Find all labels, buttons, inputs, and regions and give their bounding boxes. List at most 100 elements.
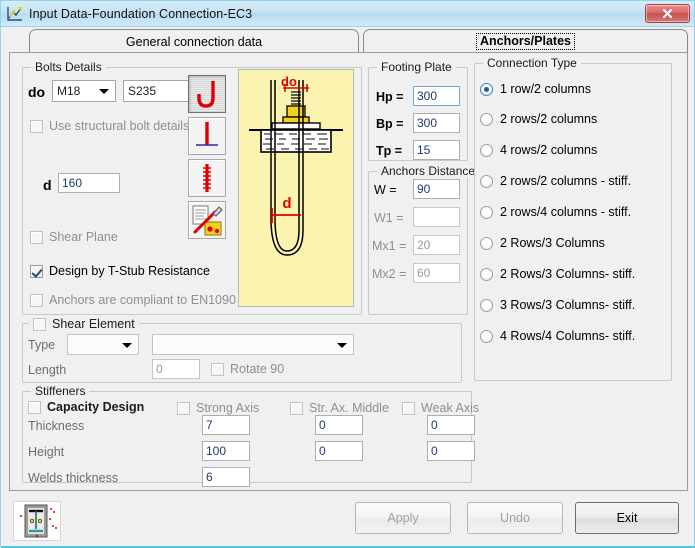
welds-thickness-strong-axis-field[interactable]: [202, 467, 250, 487]
shear-element-checkbox[interactable]: Shear Element: [29, 317, 139, 331]
bolt-diameter-value: M18: [57, 84, 81, 98]
connection-preview-thumbnail[interactable]: [13, 501, 61, 541]
hp-label: Hp =: [376, 90, 404, 104]
radio-dot: [480, 143, 493, 157]
checkbox-label: Capacity Design: [47, 400, 145, 414]
bolt-diameter-combo[interactable]: M18: [52, 80, 116, 102]
height-strong-axis-field[interactable]: [202, 441, 250, 461]
checkbox-label: Shear Element: [52, 317, 135, 331]
exit-label: Exit: [616, 511, 638, 525]
radio-dot: [480, 82, 493, 96]
str-ax-middle-checkbox[interactable]: Str. Ax. Middle: [290, 401, 389, 415]
checkbox-label: Str. Ax. Middle: [309, 401, 389, 415]
radio-dot: [480, 112, 493, 126]
hp-field[interactable]: [413, 86, 460, 106]
height-label: Height: [28, 445, 65, 459]
radio-dot: [480, 329, 493, 343]
checkbox-box: [30, 119, 43, 133]
design-by-tstub-checkbox[interactable]: Design by T-Stub Resistance: [30, 264, 210, 278]
shear-profile-combo[interactable]: [152, 334, 354, 355]
radio-label: 2 rows/2 columns - stiff.: [500, 174, 632, 188]
connection-type-option-6[interactable]: 2 Rows/3 Columns- stiff.: [480, 267, 635, 281]
footer-bar: Apply Undo Exit: [1, 492, 694, 547]
undo-button[interactable]: Undo: [467, 502, 563, 534]
connection-type-option-0[interactable]: 1 row/2 columns: [480, 82, 591, 96]
mx1-field[interactable]: [413, 235, 460, 255]
connection-type-option-2[interactable]: 4 rows/2 columns: [480, 143, 597, 157]
window-title: Input Data-Foundation Connection-EC3: [29, 6, 253, 21]
thickness-str-ax-middle-field[interactable]: [315, 415, 363, 435]
svg-text:d: d: [282, 195, 291, 212]
shear-plane-checkbox[interactable]: Shear Plane: [30, 230, 118, 244]
w1-field[interactable]: [413, 207, 460, 227]
tab-general-connection-data[interactable]: General connection data: [29, 29, 359, 53]
anchor-t-head-button[interactable]: [188, 117, 226, 155]
connection-type-option-1[interactable]: 2 rows/2 columns: [480, 112, 597, 126]
exit-button[interactable]: Exit: [575, 502, 679, 534]
close-button[interactable]: [645, 4, 690, 23]
radio-label: 2 Rows/3 Columns- stiff.: [500, 267, 636, 281]
checkbox-box: [33, 317, 46, 331]
anchor-threaded-rod-icon: [203, 164, 211, 192]
dialog-window: Input Data-Foundation Connection-EC3 Gen…: [0, 0, 695, 548]
d-label: d: [43, 177, 52, 193]
checkbox-box: [28, 400, 41, 414]
anchors-distance-legend: Anchors Distance: [377, 164, 480, 178]
connection-type-option-3[interactable]: 2 rows/2 columns - stiff.: [480, 174, 631, 188]
mx2-field[interactable]: [413, 263, 460, 283]
anchor-t-head-icon: [196, 122, 218, 146]
title-bar: Input Data-Foundation Connection-EC3: [1, 1, 694, 27]
tp-field[interactable]: [413, 140, 460, 160]
tab-label: General connection data: [125, 34, 263, 49]
w-field[interactable]: [413, 179, 460, 199]
apply-label: Apply: [387, 511, 419, 525]
anchor-j-hook-button[interactable]: [188, 75, 226, 113]
tp-label: Tp =: [376, 144, 403, 158]
connection-type-option-7[interactable]: 3 Rows/3 Columns- stiff.: [480, 298, 635, 312]
radio-label: 3 Rows/3 Columns- stiff.: [500, 298, 636, 312]
bp-field[interactable]: [413, 113, 460, 133]
tab-label: Anchors/Plates: [475, 33, 576, 50]
d-field[interactable]: [58, 173, 120, 193]
connection-type-option-8[interactable]: 4 Rows/4 Columns- stiff.: [480, 329, 635, 343]
checkbox-box: [402, 401, 415, 415]
shear-type-combo[interactable]: [67, 334, 139, 355]
radio-dot: [480, 205, 493, 219]
weak-axis-checkbox[interactable]: Weak Axis: [402, 401, 479, 415]
w-label: W =: [374, 183, 397, 197]
tab-page-anchors-plates: Bolts Details do M18 S235 Use structural…: [9, 52, 688, 491]
bolts-details-legend: Bolts Details: [31, 60, 106, 74]
anchor-settings-tools-icon: [192, 205, 223, 236]
radio-dot: [480, 267, 493, 281]
checkbox-label: Design by T-Stub Resistance: [49, 264, 210, 278]
strong-axis-checkbox[interactable]: Strong Axis: [177, 401, 259, 415]
undo-label: Undo: [500, 511, 530, 525]
tab-anchors-plates[interactable]: Anchors/Plates: [363, 29, 688, 53]
radio-label: 4 rows/2 columns: [500, 143, 598, 157]
rotate-90-checkbox[interactable]: Rotate 90: [211, 362, 284, 376]
radio-label: 2 rows/2 columns: [500, 112, 598, 126]
checkbox-box: [177, 401, 190, 415]
radio-label: 2 Rows/3 Columns: [500, 236, 605, 250]
use-structural-bolt-details-checkbox[interactable]: Use structural bolt details: [30, 119, 189, 133]
radio-label: 1 row/2 columns: [500, 82, 592, 96]
checkbox-box: [30, 230, 43, 244]
anchor-threaded-rod-button[interactable]: [188, 159, 226, 197]
height-str-ax-middle-field[interactable]: [315, 441, 363, 461]
shear-length-field[interactable]: [152, 359, 200, 379]
height-weak-axis-field[interactable]: [427, 441, 475, 461]
radio-label: 4 Rows/4 Columns- stiff.: [500, 329, 636, 343]
w1-label: W1 =: [374, 211, 404, 225]
connection-type-option-4[interactable]: 2 rows/4 columns - stiff.: [480, 205, 631, 219]
thickness-strong-axis-field[interactable]: [202, 415, 250, 435]
connection-type-option-5[interactable]: 2 Rows/3 Columns: [480, 236, 605, 250]
checkbox-label: Shear Plane: [49, 230, 118, 244]
anchor-settings-tools-button[interactable]: [188, 201, 226, 239]
anchors-en1090-checkbox[interactable]: Anchors are compliant to EN1090: [30, 293, 236, 307]
apply-button[interactable]: Apply: [355, 502, 451, 534]
checkbox-label: Strong Axis: [196, 401, 260, 415]
checkbox-box: [211, 362, 224, 376]
checkbox-label: Rotate 90: [230, 362, 285, 376]
thickness-weak-axis-field[interactable]: [427, 415, 475, 435]
capacity-design-checkbox[interactable]: Capacity Design: [28, 400, 144, 414]
